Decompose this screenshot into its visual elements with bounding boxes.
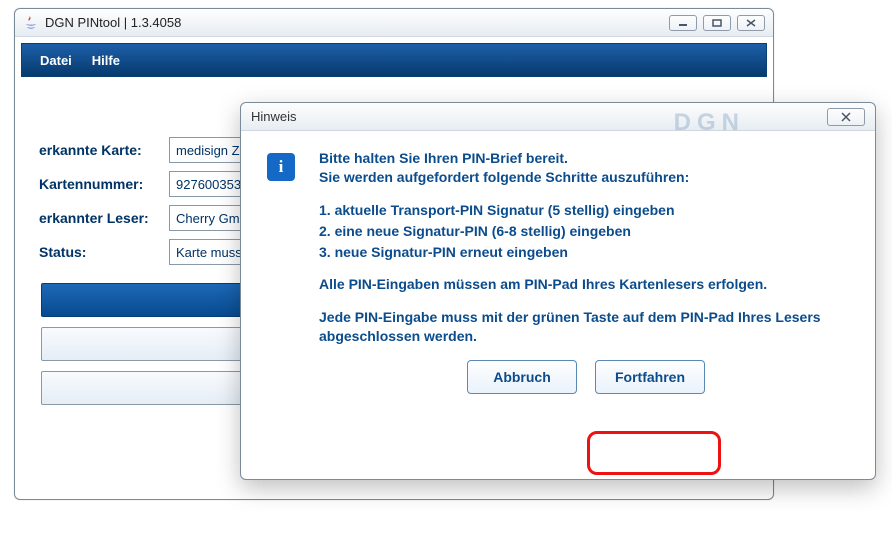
step-2: 2. eine neue Signatur-PIN (6-8 stellig) … [319, 222, 853, 241]
highlight-ring [587, 431, 721, 475]
cancel-button[interactable]: Abbruch [467, 360, 577, 394]
dialog-note-1: Alle PIN-Eingaben müssen am PIN-Pad Ihre… [319, 275, 853, 294]
step-3: 3. neue Signatur-PIN erneut eingeben [319, 243, 853, 262]
dialog-buttons: Abbruch Fortfahren [319, 360, 853, 394]
maximize-button[interactable] [703, 15, 731, 31]
main-title: DGN PINtool | 1.3.4058 [45, 15, 181, 30]
dialog-line2: Sie werden aufgefordert folgende Schritt… [319, 169, 689, 185]
menu-help[interactable]: Hilfe [84, 49, 128, 72]
label-reader: erkannter Leser: [39, 210, 169, 226]
minimize-button[interactable] [669, 15, 697, 31]
dialog-body: DGN i Bitte halten Sie Ihren PIN-Brief b… [241, 131, 875, 479]
continue-button[interactable]: Fortfahren [595, 360, 705, 394]
step-1: 1. aktuelle Transport-PIN Signatur (5 st… [319, 201, 853, 220]
window-controls [669, 15, 765, 31]
java-icon [23, 15, 39, 31]
dialog-note-2: Jede PIN-Eingabe muss mit der grünen Tas… [319, 308, 853, 346]
dialog-close-button[interactable] [827, 108, 865, 126]
main-titlebar[interactable]: DGN PINtool | 1.3.4058 [15, 9, 773, 37]
dialog-title: Hinweis [251, 109, 297, 124]
close-button[interactable] [737, 15, 765, 31]
info-icon: i [267, 153, 295, 181]
dialog-line1: Bitte halten Sie Ihren PIN-Brief bereit. [319, 150, 568, 166]
label-number: Kartennummer: [39, 176, 169, 192]
label-card: erkannte Karte: [39, 142, 169, 158]
menubar: Datei Hilfe [21, 43, 767, 77]
hint-dialog: Hinweis DGN i Bitte halten Sie Ihren PIN… [240, 102, 876, 480]
label-status: Status: [39, 244, 169, 260]
menu-file[interactable]: Datei [32, 49, 80, 72]
dialog-titlebar[interactable]: Hinweis [241, 103, 875, 131]
dialog-text: Bitte halten Sie Ihren PIN-Brief bereit.… [319, 149, 853, 394]
